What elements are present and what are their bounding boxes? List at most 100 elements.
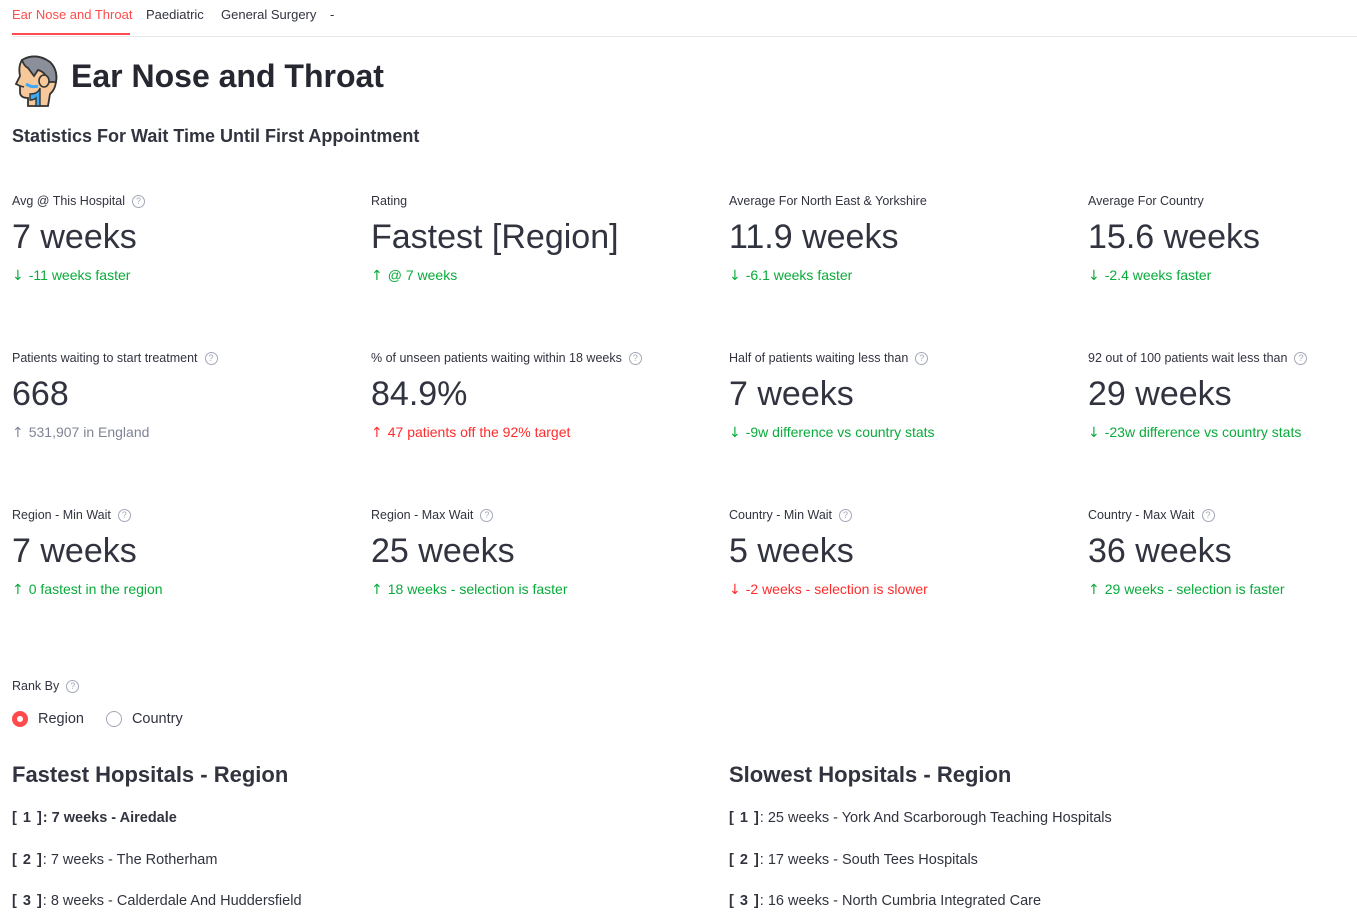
radio-unselected-icon[interactable] [105, 711, 122, 727]
arrow-down-icon: ↓ [729, 582, 741, 598]
rank-by-radio-group: Region Country [12, 711, 205, 727]
radio-selected-icon[interactable] [12, 711, 28, 727]
metric-value: 7 weeks [729, 375, 854, 413]
help-icon[interactable]: ? [204, 351, 218, 365]
metric-card: Country - Max Wait? 36 weeks ↑ 29 weeks -… [1088, 506, 1348, 598]
metric-card: Country - Min Wait? 5 weeks ↓ -2 weeks - … [729, 506, 1069, 598]
tab-ear-nose-throat[interactable]: Ear Nose and Throat [12, 7, 132, 22]
metric-value: 25 weeks [371, 532, 515, 570]
active-tab-indicator [12, 33, 130, 35]
metric-label: Region - Min Wait [12, 508, 111, 522]
metric-label: Country - Min Wait [729, 508, 833, 522]
rank-number: [ 1 ] [729, 810, 760, 826]
metric-value: 15.6 weeks [1088, 218, 1260, 256]
radio-label: Country [131, 711, 183, 727]
metric-label: % of unseen patients waiting within 18 w… [371, 351, 622, 365]
list-item-text: : 7 weeks - Airedale [42, 810, 177, 826]
rank-number: [ 1 ] [12, 810, 43, 826]
list-item: [ 1 ]: 25 weeks - York And Scarborough T… [729, 810, 1112, 826]
rank-number: [ 2 ] [729, 852, 760, 868]
list-item: [ 2 ]: 17 weeks - South Tees Hospitals [729, 852, 978, 868]
metric-value: 7 weeks [12, 218, 137, 256]
metric-value: 668 [12, 375, 69, 413]
help-icon[interactable]: ? [131, 194, 145, 208]
radio-country[interactable]: Country [105, 711, 183, 727]
metric-card: Half of patients waiting less than? 7 we… [729, 349, 1069, 441]
metric-value: 7 weeks [12, 532, 137, 570]
metric-delta: 47 patients off the 92% target [387, 424, 571, 440]
page-title: Ear Nose and Throat [71, 58, 384, 94]
metric-value: 5 weeks [729, 532, 854, 570]
tab-bar: Ear Nose and Throat Paediatric General S… [12, 0, 1357, 37]
list-item: [ 3 ]: 8 weeks - Calderdale And Huddersf… [12, 893, 302, 909]
arrow-up-icon: ↑ [1088, 582, 1100, 598]
list-item-text: : 8 weeks - Calderdale And Huddersfield [42, 893, 302, 909]
metric-delta: -2.4 weeks faster [1104, 267, 1212, 283]
metric-value: 29 weeks [1088, 375, 1232, 413]
metric-delta: -2 weeks - selection is slower [745, 581, 928, 597]
metric-delta: 29 weeks - selection is faster [1104, 581, 1285, 597]
arrow-down-icon: ↓ [1088, 268, 1100, 284]
list-item: [ 3 ]: 16 weeks - North Cumbria Integrat… [729, 893, 1041, 909]
metric-card: Average For Country 15.6 weeks ↓ -2.4 wee… [1088, 192, 1348, 284]
help-icon[interactable]: ? [117, 508, 131, 522]
metric-card: Avg @ This Hospital? 7 weeks ↓ -11 weeks … [12, 192, 352, 284]
metric-label: Avg @ This Hospital [12, 194, 125, 208]
tab-paediatric[interactable]: Paediatric [146, 7, 204, 22]
metric-label: Region - Max Wait [371, 508, 474, 522]
radio-label: Region [38, 711, 84, 727]
metric-value: 84.9% [371, 375, 468, 413]
metric-label: Average For North East & Yorkshire [729, 194, 927, 208]
tab-general-surgery[interactable]: General Surgery [221, 7, 316, 22]
metric-delta: 0 fastest in the region [28, 581, 163, 597]
metric-delta: -11 weeks faster [28, 267, 131, 283]
metric-label: Rating [371, 194, 408, 208]
arrow-up-icon: ↑ [371, 582, 383, 598]
list-item-text: : 25 weeks - York And Scarborough Teachi… [759, 810, 1112, 826]
arrow-up-icon: ↑ [12, 425, 24, 441]
metric-label: Country - Max Wait [1088, 508, 1195, 522]
metric-value: 36 weeks [1088, 532, 1232, 570]
slowest-hospitals-title: Slowest Hopsitals - Region [729, 762, 1012, 787]
help-icon[interactable]: ? [1201, 508, 1215, 522]
rank-number: [ 2 ] [12, 852, 43, 868]
metric-card: Region - Min Wait? 7 weeks ↑ 0 fastest in… [12, 506, 352, 598]
radio-region[interactable]: Region [12, 711, 84, 727]
help-icon[interactable]: ? [1294, 351, 1308, 365]
metric-card: Average For North East & Yorkshire 11.9 … [729, 192, 1069, 284]
metric-card: Patients waiting to start treatment? 668… [12, 349, 352, 441]
arrow-up-icon: ↑ [12, 582, 24, 598]
rank-number: [ 3 ] [12, 893, 43, 909]
list-item: [ 1 ]: 7 weeks - Airedale [12, 810, 177, 826]
tab-dash[interactable]: - [330, 7, 334, 22]
metric-delta: -9w difference vs country stats [745, 424, 935, 440]
list-item-text: : 17 weeks - South Tees Hospitals [759, 852, 978, 868]
ent-patient-icon [12, 54, 60, 108]
fastest-hospitals-title: Fastest Hopsitals - Region [12, 762, 289, 787]
help-icon[interactable]: ? [480, 508, 494, 522]
arrow-up-icon: ↑ [371, 268, 383, 284]
metric-label: Average For Country [1088, 194, 1204, 208]
help-icon[interactable]: ? [839, 508, 853, 522]
metric-label: Patients waiting to start treatment [12, 351, 198, 365]
metric-delta: 18 weeks - selection is faster [387, 581, 568, 597]
rank-by-text: Rank By [12, 679, 60, 693]
metric-value: Fastest [Region] [371, 218, 619, 256]
arrow-down-icon: ↓ [1088, 425, 1100, 441]
metric-card: % of unseen patients waiting within 18 w… [371, 349, 711, 441]
metric-card: Region - Max Wait? 25 weeks ↑ 18 weeks - … [371, 506, 711, 598]
rank-number: [ 3 ] [729, 893, 760, 909]
metric-delta: -23w difference vs country stats [1104, 424, 1302, 440]
metric-label: Half of patients waiting less than [729, 351, 909, 365]
metric-card: Rating Fastest [Region] ↑ @ 7 weeks [371, 192, 711, 284]
list-item-text: : 7 weeks - The Rotherham [42, 852, 218, 868]
list-item: [ 2 ]: 7 weeks - The Rotherham [12, 852, 217, 868]
help-icon[interactable]: ? [66, 679, 80, 693]
help-icon[interactable]: ? [915, 351, 929, 365]
help-icon[interactable]: ? [628, 351, 642, 365]
metric-card: 92 out of 100 patients wait less than? 2… [1088, 349, 1348, 441]
arrow-up-icon: ↑ [371, 425, 383, 441]
page-subtitle: Statistics For Wait Time Until First App… [12, 126, 420, 146]
metric-delta: @ 7 weeks [387, 267, 458, 283]
arrow-down-icon: ↓ [12, 268, 24, 284]
